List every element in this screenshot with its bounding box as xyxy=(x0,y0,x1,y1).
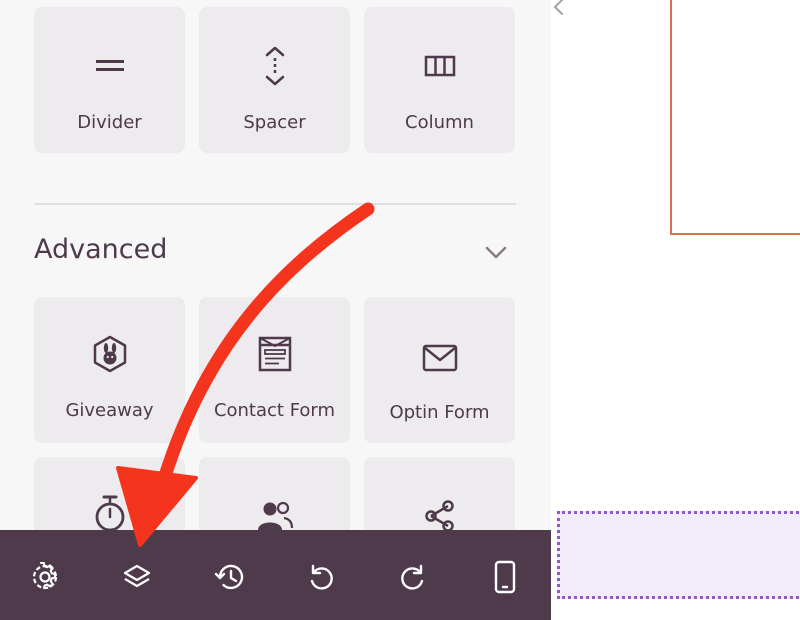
block-label: Spacer xyxy=(243,112,306,133)
bottom-toolbar xyxy=(0,530,551,620)
redo-icon[interactable] xyxy=(396,560,430,594)
settings-icon[interactable] xyxy=(28,560,62,594)
block-giveaway[interactable]: Giveaway xyxy=(34,297,185,443)
column-icon xyxy=(364,49,515,83)
chevron-down-icon[interactable] xyxy=(482,238,510,266)
block-label: Divider xyxy=(77,112,142,133)
block-divider[interactable]: Divider xyxy=(34,7,185,153)
section-title-advanced: Advanced xyxy=(34,234,168,265)
block-label: Giveaway xyxy=(65,400,154,421)
block-label: Contact Form xyxy=(213,400,336,421)
canvas-drop-zone[interactable] xyxy=(557,511,800,599)
users-icon xyxy=(199,499,350,533)
block-spacer[interactable]: Spacer xyxy=(199,7,350,153)
share-icon xyxy=(364,499,515,533)
history-icon[interactable] xyxy=(212,560,246,594)
divider-icon xyxy=(34,49,185,83)
blocks-panel: Divider Spacer Column Advanced Giveaway … xyxy=(0,0,551,620)
block-contact-form[interactable]: Contact Form xyxy=(199,297,350,443)
canvas-section-outline[interactable] xyxy=(670,0,800,235)
section-divider xyxy=(34,203,516,205)
mobile-preview-icon[interactable] xyxy=(488,560,522,594)
envelope-icon xyxy=(364,341,515,375)
block-optin-form[interactable]: Optin Form xyxy=(364,297,515,443)
layers-icon[interactable] xyxy=(120,560,154,594)
spacer-icon xyxy=(199,46,350,86)
undo-icon[interactable] xyxy=(304,560,338,594)
giveaway-icon xyxy=(34,335,185,373)
block-column[interactable]: Column xyxy=(364,7,515,153)
block-label: Column xyxy=(405,112,474,133)
block-label: Optin Form xyxy=(389,402,490,423)
panel-collapse-icon[interactable] xyxy=(548,0,570,24)
stopwatch-icon xyxy=(34,495,185,532)
contact-form-icon xyxy=(199,336,350,372)
